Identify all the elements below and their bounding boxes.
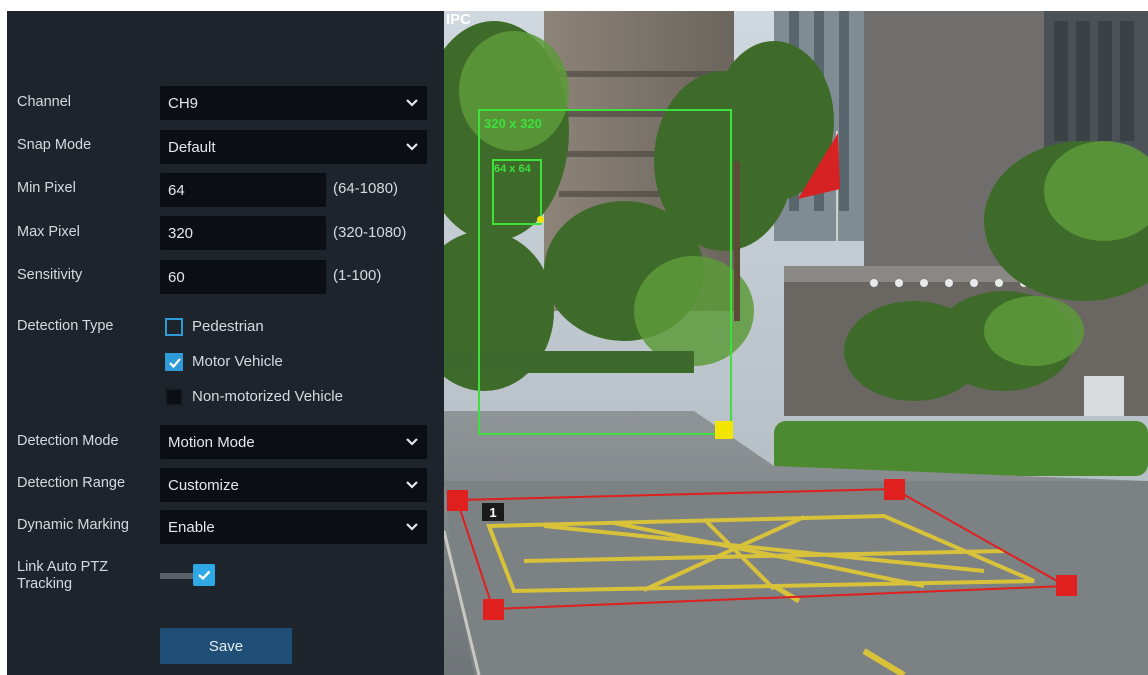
detection-range-value: Customize — [168, 476, 239, 494]
motor-vehicle-label: Motor Vehicle — [192, 353, 283, 370]
detection-mode-value: Motion Mode — [168, 433, 255, 451]
checkmark-icon — [198, 570, 211, 581]
settings-panel: Channel CH9 Snap Mode Default Min Pixel … — [7, 11, 444, 675]
snap-mode-label: Snap Mode — [17, 137, 92, 153]
dynamic-marking-select[interactable]: Enable — [160, 510, 427, 544]
snap-mode-select[interactable]: Default — [160, 130, 427, 164]
max-pixel-range: (320-1080) — [333, 224, 407, 241]
zone-vertex-handle[interactable] — [483, 599, 504, 620]
min-pixel-value: 64 — [168, 181, 185, 199]
motor-vehicle-checkbox[interactable] — [165, 353, 183, 371]
zone-number: 1 — [489, 504, 497, 520]
zone-vertex-handle[interactable] — [447, 490, 468, 511]
max-pixel-value: 320 — [168, 224, 194, 242]
detection-range-select[interactable]: Customize — [160, 468, 427, 502]
chevron-down-icon — [406, 481, 418, 489]
chevron-down-icon — [406, 143, 418, 151]
channel-value: CH9 — [168, 94, 199, 112]
non-motorized-vehicle-label: Non-motorized Vehicle — [192, 388, 343, 405]
max-pixel-label: Max Pixel — [17, 224, 80, 240]
pedestrian-checkbox[interactable] — [165, 318, 183, 336]
sensitivity-range: (1-100) — [333, 267, 382, 284]
channel-select[interactable]: CH9 — [160, 86, 427, 120]
dynamic-marking-value: Enable — [168, 518, 215, 536]
sensitivity-label: Sensitivity — [17, 267, 83, 283]
detection-mode-label: Detection Mode — [17, 433, 119, 449]
pedestrian-label: Pedestrian — [192, 318, 264, 335]
snap-mode-value: Default — [168, 138, 216, 156]
zone-number-badge: 1 — [482, 503, 504, 521]
link-auto-ptz-label-line1: Link Auto PTZ — [17, 559, 109, 575]
chevron-down-icon — [406, 523, 418, 531]
camera-preview: IPC 320 x 320 64 x 64 1 — [444, 11, 1148, 675]
dynamic-marking-label: Dynamic Marking — [17, 517, 129, 533]
min-pixel-input[interactable]: 64 — [160, 173, 326, 207]
sensitivity-value: 60 — [168, 268, 185, 286]
checkmark-icon — [169, 358, 181, 369]
detection-mode-select[interactable]: Motion Mode — [160, 425, 427, 459]
detection-range-label: Detection Range — [17, 475, 126, 491]
save-button[interactable]: Save — [160, 628, 292, 664]
channel-label: Channel — [17, 94, 72, 110]
detection-zone — [455, 487, 1070, 611]
link-auto-ptz-toggle[interactable] — [193, 564, 215, 586]
sensitivity-input[interactable]: 60 — [160, 260, 326, 294]
link-auto-ptz-label-line2: Tracking — [17, 576, 73, 592]
min-pixel-label: Min Pixel — [17, 180, 76, 196]
detection-type-label: Detection Type — [17, 318, 114, 334]
chevron-down-icon — [406, 438, 418, 446]
link-auto-ptz-toggle-track[interactable] — [160, 573, 194, 579]
max-pixel-input[interactable]: 320 — [160, 216, 326, 250]
link-auto-ptz-label: Link Auto PTZ Tracking — [17, 559, 108, 593]
chevron-down-icon — [406, 99, 418, 107]
min-pixel-range: (64-1080) — [333, 180, 399, 197]
non-motorized-vehicle-checkbox[interactable] — [165, 388, 183, 406]
zone-vertex-handle[interactable] — [1056, 575, 1077, 596]
zone-vertex-handle[interactable] — [884, 479, 905, 500]
